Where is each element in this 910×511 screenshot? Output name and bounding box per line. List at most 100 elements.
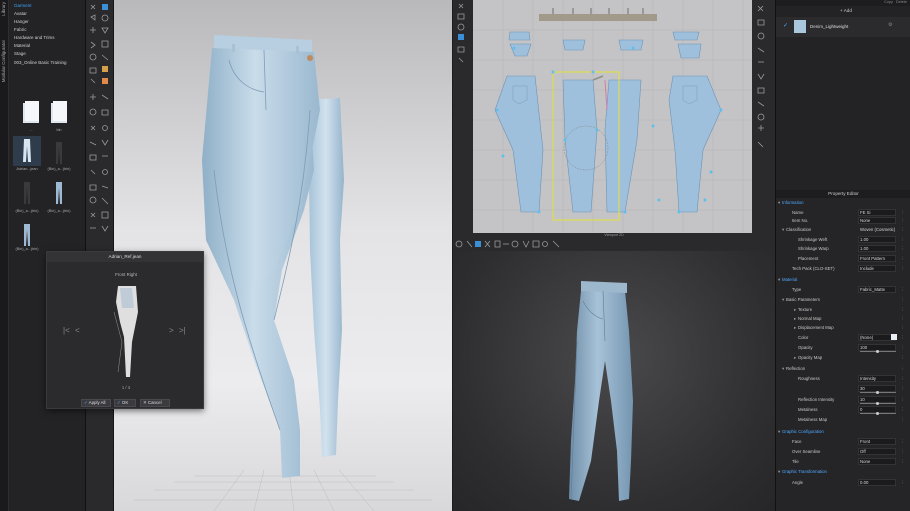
pants-thumbnail[interactable] (48, 178, 70, 208)
options-icon[interactable]: ⋮ (900, 333, 904, 342)
library-vertical-tabs: Library Modular Configurator (0, 0, 9, 511)
color-swatch[interactable] (891, 334, 897, 340)
slider-knob[interactable] (876, 412, 879, 415)
close-icon: ✕ (143, 400, 147, 405)
prev-image-button[interactable]: < (75, 326, 80, 335)
cancel-button[interactable]: ✕ Cancel (140, 399, 170, 407)
folder-thumbnail[interactable] (20, 98, 42, 128)
options-icon[interactable]: ⋮ (900, 457, 904, 466)
options-icon[interactable]: ⋮ (900, 343, 904, 352)
options-icon[interactable]: ⋮ (900, 295, 904, 304)
jean-thumbnail-selected[interactable] (13, 136, 41, 166)
options-icon[interactable]: ⋮ (900, 447, 904, 456)
pants-thumbnail[interactable] (16, 178, 38, 208)
viewport-3d-secondary[interactable] (453, 251, 775, 511)
chevron-down-icon[interactable]: ▾ (782, 225, 784, 234)
tree-item-material[interactable]: Material (14, 43, 30, 48)
property-label: Shrinkage Warp (798, 246, 829, 251)
property-value: Front Pattern (860, 256, 886, 261)
property-row-section[interactable]: ▾ Material (776, 275, 910, 284)
property-label: Face (792, 439, 802, 444)
settings-icon[interactable]: ⚙ (888, 22, 892, 28)
options-icon[interactable]: ⋮ (900, 364, 904, 373)
options-icon[interactable]: ⋮ (900, 264, 904, 273)
first-image-button[interactable]: |< (63, 326, 70, 335)
tree-item-garment[interactable]: Garment (14, 3, 32, 8)
property-row-field: Roughness Intensity ⋮ (776, 374, 910, 383)
tree-item-hardware[interactable]: Hardware and Trims (14, 35, 55, 40)
options-icon[interactable]: ⋮ (900, 395, 904, 404)
property-row-field: ▸ Texture ⋮ (776, 305, 910, 314)
property-row-section[interactable]: ▾ Graphic Transformation (776, 467, 910, 476)
options-icon[interactable]: ⋮ (900, 305, 904, 314)
tab-delete[interactable]: Delete (896, 0, 907, 4)
pants-thumbnail[interactable] (48, 138, 70, 168)
chevron-right-icon[interactable]: ▸ (794, 314, 796, 323)
property-label: Basic Parameters (786, 297, 820, 302)
options-icon[interactable]: ⋮ (900, 405, 904, 414)
options-icon[interactable]: ⋮ (900, 384, 904, 393)
chevron-down-icon[interactable]: ▾ (778, 275, 780, 284)
next-image-button[interactable]: > (169, 326, 174, 335)
thumbnail-label: (Bin)_a...(bin) (47, 167, 71, 171)
property-row-field: Color (None) ⋮ (776, 333, 910, 342)
options-icon[interactable]: ⋮ (900, 415, 904, 424)
viewport-2d-pattern[interactable] (473, 0, 775, 233)
tab-library[interactable]: Library (1, 2, 6, 16)
property-row-section[interactable]: ▾ Graphic Configuration (776, 427, 910, 436)
toolbar-3d-bottom-icons[interactable] (453, 238, 775, 251)
cancel-label: Cancel (147, 400, 162, 405)
chevron-down-icon[interactable]: ▾ (778, 198, 780, 207)
fabric-list-item[interactable]: ✓ Denim_Lightweight ⚙ (776, 17, 910, 37)
options-icon[interactable]: ⋮ (900, 437, 904, 446)
options-icon[interactable]: ⋮ (900, 478, 904, 487)
tree-item-stage[interactable]: Stage (14, 51, 26, 56)
chevron-down-icon[interactable]: ▾ (782, 364, 784, 373)
toolbar-2d-right-icons[interactable] (752, 0, 775, 233)
property-rows: ▾ Information Name FE Si ⋮ Item No. None ⋮ ▾ Clas… (776, 198, 910, 511)
property-row-field: ▾ Reflection ⋮ (776, 364, 910, 373)
chevron-right-icon[interactable]: ▸ (794, 305, 796, 314)
pants-thumbnail[interactable] (16, 220, 38, 250)
reference-image-dialog[interactable]: Adrian_Ref.jean Front Right |< < > >| 1 … (46, 251, 204, 409)
chevron-right-icon[interactable]: ▸ (794, 353, 796, 362)
ok-button[interactable]: ✓ OK (114, 399, 136, 407)
toolbar-2d-icons[interactable] (453, 0, 473, 237)
options-icon[interactable]: ⋮ (900, 225, 904, 234)
folder-thumbnail[interactable] (48, 98, 70, 128)
options-icon[interactable]: ⋮ (900, 314, 904, 323)
property-label: Item No. (792, 218, 809, 223)
options-icon[interactable]: ⋮ (900, 353, 904, 362)
slider-knob[interactable] (876, 402, 879, 405)
options-icon[interactable]: ⋮ (900, 323, 904, 332)
chevron-right-icon[interactable]: ▸ (794, 323, 796, 332)
tree-item-avatar[interactable]: Avatar (14, 11, 27, 16)
apply-all-button[interactable]: ✓ Apply All (81, 399, 111, 407)
slider-knob[interactable] (876, 350, 879, 353)
property-value: None (860, 459, 871, 464)
fabric-swatch (794, 20, 806, 33)
options-icon[interactable]: ⋮ (900, 216, 904, 225)
chevron-down-icon[interactable]: ▾ (782, 295, 784, 304)
property-label: Shrinkage Weft (798, 237, 828, 242)
options-icon[interactable]: ⋮ (900, 374, 904, 383)
property-label: Metalness Map (798, 417, 828, 422)
check-icon: ✓ (117, 400, 121, 405)
property-row-section[interactable]: ▾ Information (776, 198, 910, 207)
tree-item-fabric[interactable]: Fabric (14, 27, 27, 32)
chevron-down-icon[interactable]: ▾ (778, 467, 780, 476)
tab-modular-configurator[interactable]: Modular Configurator (1, 40, 6, 82)
tree-item-hanger[interactable]: Hanger (14, 19, 29, 24)
thumbnail-label: (Bin)_a...(bin) (47, 209, 71, 213)
options-icon[interactable]: ⋮ (900, 254, 904, 263)
tab-copy[interactable]: Copy (884, 0, 893, 4)
options-icon[interactable]: ⋮ (900, 235, 904, 244)
chevron-down-icon[interactable]: ▾ (778, 427, 780, 436)
options-icon[interactable]: ⋮ (900, 285, 904, 294)
options-icon[interactable]: ⋮ (900, 244, 904, 253)
add-fabric-button[interactable]: + Add (840, 8, 852, 13)
last-image-button[interactable]: >| (179, 326, 186, 335)
slider-knob[interactable] (876, 391, 879, 394)
tree-item-training[interactable]: 003_Online Basic Training (14, 60, 67, 65)
property-row-field: Over Seamline Off ⋮ (776, 447, 910, 456)
